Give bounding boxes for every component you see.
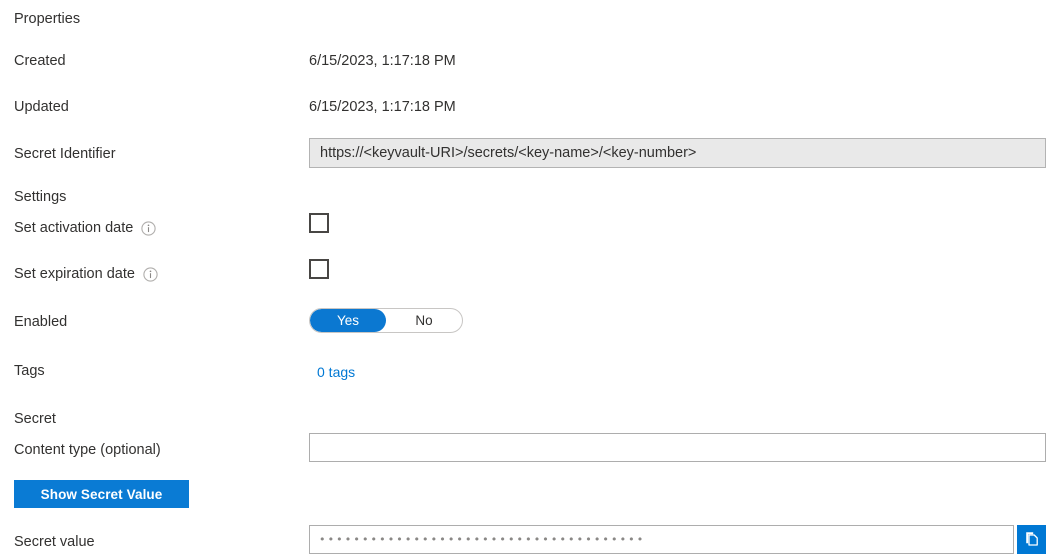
set-expiration-date-row: Set expiration date [0,265,1055,283]
set-activation-date-row: Set activation date [0,219,1055,237]
info-icon[interactable] [143,266,158,282]
updated-label: Updated [14,99,69,115]
secret-value-masked-text: •••••••••••••••••••••••••••••••••••••• [319,532,646,546]
created-row: Created 6/15/2023, 1:17:18 PM [0,52,1055,70]
info-icon[interactable] [141,220,156,236]
created-value: 6/15/2023, 1:17:18 PM [309,53,456,69]
tags-row: Tags [0,362,1055,380]
enabled-row: Enabled [0,313,1055,331]
content-type-label: Content type (optional) [14,442,161,458]
secret-section-header: Secret [0,410,1055,428]
properties-section-header: Properties [0,10,1055,28]
secret-value-field[interactable]: •••••••••••••••••••••••••••••••••••••• [309,525,1014,554]
content-type-input[interactable] [309,433,1046,462]
enabled-toggle-yes[interactable]: Yes [310,309,386,332]
set-activation-date-label: Set activation date [14,220,134,236]
secret-identifier-value: https://<keyvault-URI>/secrets/<key-name… [320,145,697,161]
created-label: Created [14,53,66,69]
tags-label: Tags [14,363,45,379]
set-expiration-date-label: Set expiration date [14,266,135,282]
set-expiration-date-label-group: Set expiration date [0,265,309,283]
enabled-toggle[interactable]: Yes No [309,308,463,333]
set-expiration-date-checkbox[interactable] [309,259,329,279]
secret-title: Secret [14,411,56,427]
secret-identifier-label: Secret Identifier [14,146,116,162]
tags-link[interactable]: 0 tags [317,363,355,381]
properties-title: Properties [14,11,81,27]
copy-icon-button[interactable] [1017,525,1046,554]
settings-title: Settings [14,189,67,205]
updated-value: 6/15/2023, 1:17:18 PM [309,99,456,115]
set-activation-date-label-group: Set activation date [0,219,309,237]
set-activation-date-checkbox[interactable] [309,213,329,233]
copy-icon [1023,530,1040,550]
show-secret-value-button[interactable]: Show Secret Value [14,480,189,508]
settings-section-header: Settings [0,188,1055,206]
secret-identifier-field[interactable]: https://<keyvault-URI>/secrets/<key-name… [309,138,1046,168]
updated-row: Updated 6/15/2023, 1:17:18 PM [0,98,1055,116]
secret-value-label: Secret value [14,534,95,550]
enabled-label: Enabled [14,314,68,330]
secret-properties-pane: Properties Created 6/15/2023, 1:17:18 PM… [0,0,1055,560]
enabled-toggle-no[interactable]: No [386,309,462,332]
